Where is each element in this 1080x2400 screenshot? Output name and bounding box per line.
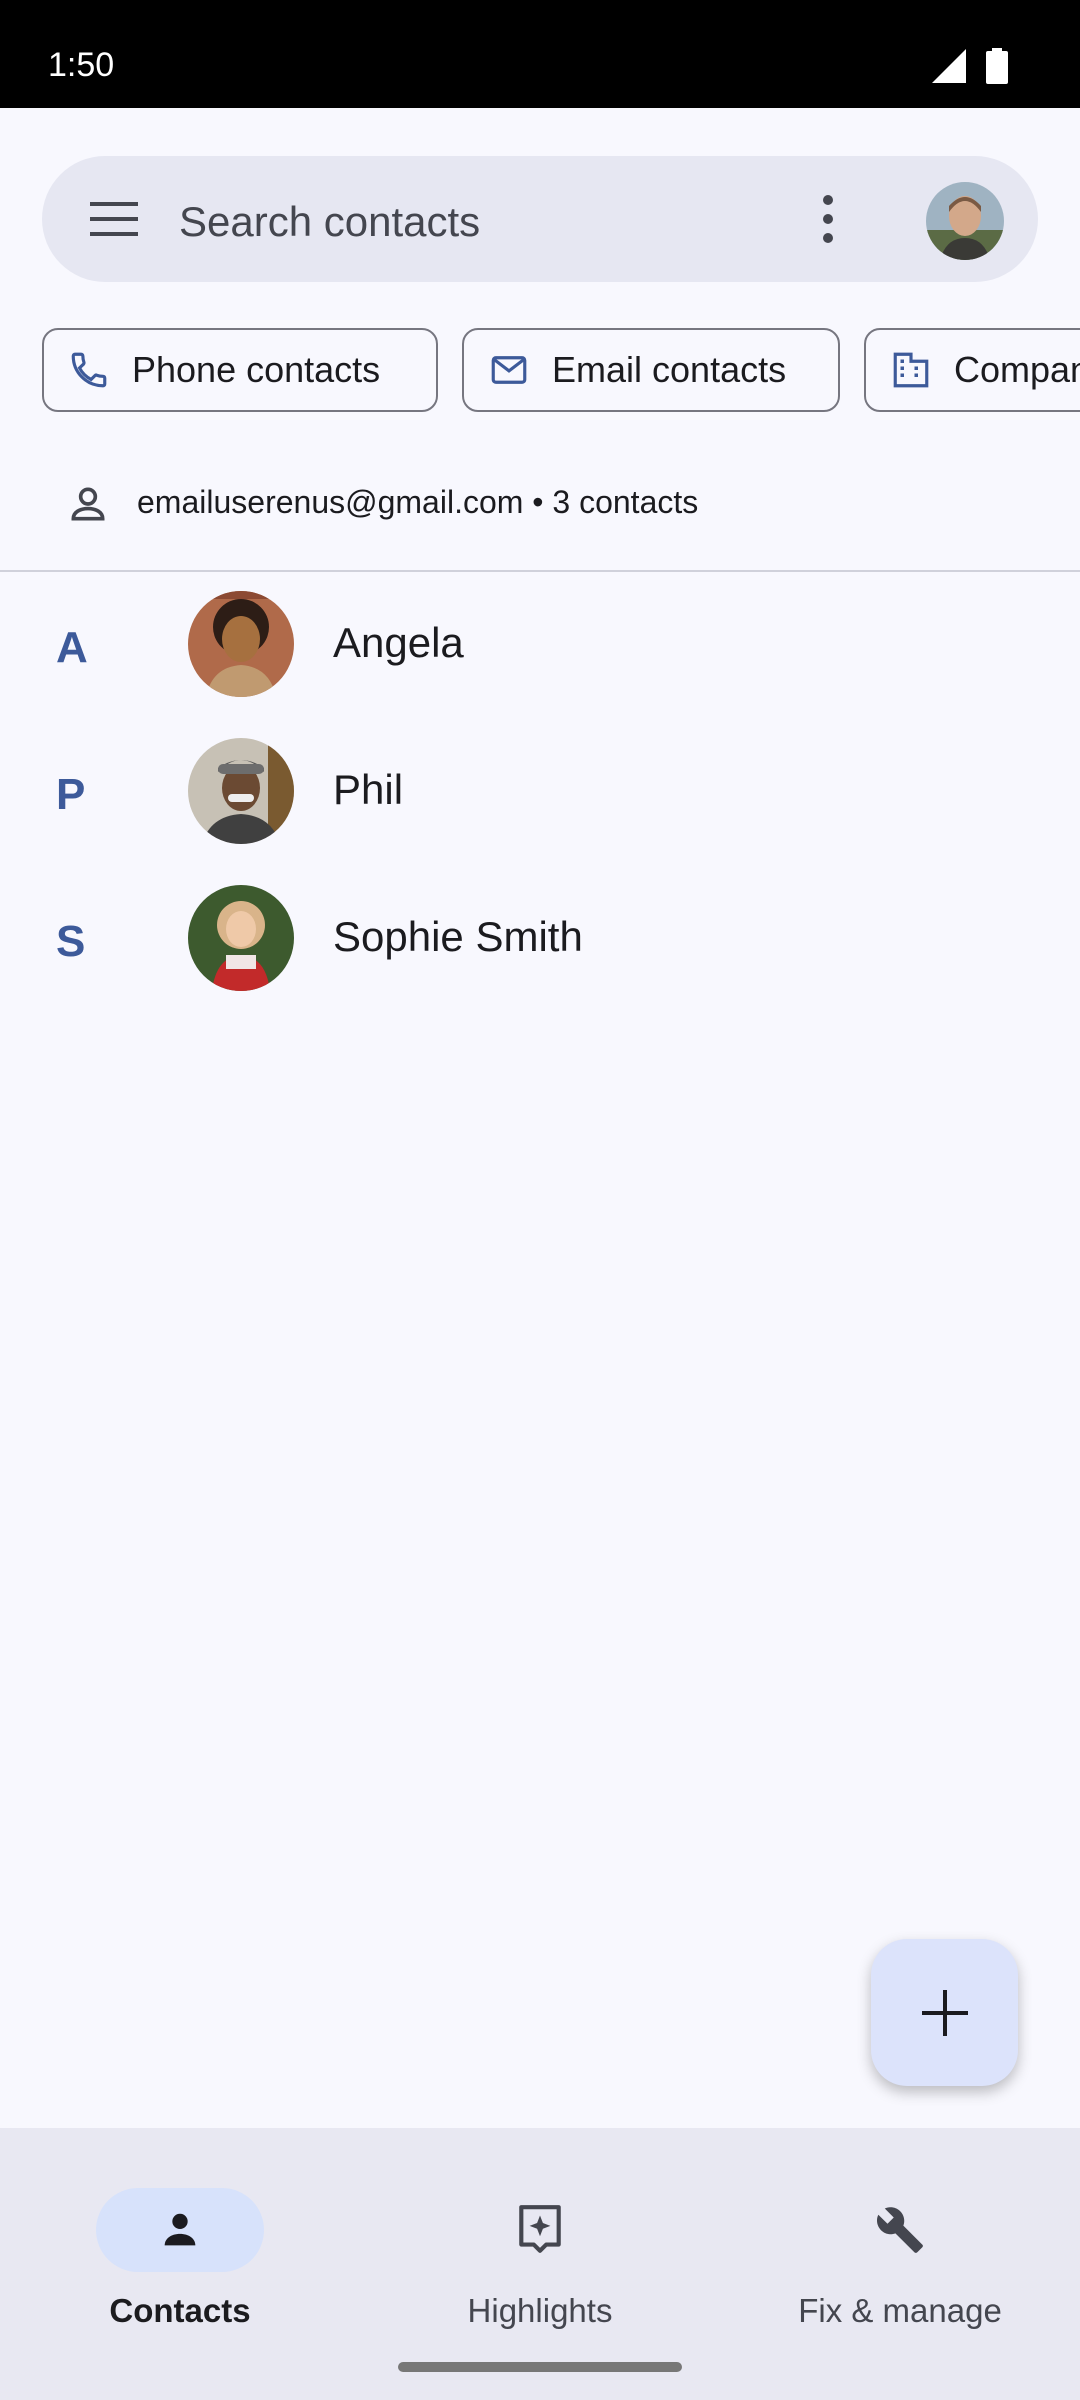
signal-icon [932,49,966,83]
account-avatar[interactable] [926,182,1004,260]
status-icons [932,48,1008,84]
nav-label: Contacts [109,2292,251,2329]
account-row: emailuserenus@gmail.com • 3 contacts [0,462,1080,572]
bottom-navigation: Contacts Highlights Fix & manage [0,2128,1080,2400]
section-letter: P [56,770,86,819]
menu-icon[interactable] [90,198,142,240]
building-icon [890,349,932,391]
contact-name: Phil [333,766,404,813]
chip-email-contacts[interactable]: Email contacts [462,328,840,412]
home-indicator[interactable] [398,2362,682,2372]
section-letter: S [56,917,86,966]
list-item[interactable]: A Angela [0,573,1080,719]
avatar [188,591,294,697]
chip-label: Company [954,349,1080,390]
list-item[interactable]: P Phil [0,720,1080,866]
status-time: 1:50 [48,46,115,84]
search-bar[interactable]: Search contacts [42,156,1038,282]
highlights-icon [519,2205,561,2253]
contact-name: Sophie Smith [333,913,583,960]
avatar [188,885,294,991]
add-contact-button[interactable] [871,1939,1018,2086]
avatar [188,738,294,844]
nav-indicator [816,2188,984,2272]
nav-label: Highlights [467,2292,613,2329]
contact-name: Angela [333,619,464,666]
filter-chips: Phone contacts Email contacts Company [42,328,1080,412]
nav-indicator [456,2188,624,2272]
chip-company[interactable]: Company [864,328,1080,412]
account-summary: emailuserenus@gmail.com • 3 contacts [137,484,699,520]
nav-highlights[interactable]: Highlights [360,2158,720,2329]
wrench-icon [876,2207,923,2253]
person-icon [164,2213,196,2246]
search-input[interactable]: Search contacts [179,198,480,246]
nav-contacts[interactable]: Contacts [0,2158,360,2329]
chip-label: Email contacts [552,349,787,390]
list-item[interactable]: S Sophie Smith [0,867,1080,1013]
add-icon [921,1989,968,2036]
nav-fix-manage[interactable]: Fix & manage [720,2158,1080,2329]
person-outline-icon [71,487,105,521]
section-letter: A [56,623,88,672]
nav-label: Fix & manage [798,2292,1002,2329]
status-bar: 1:50 [0,0,1080,108]
mail-icon [488,349,530,391]
chip-phone-contacts[interactable]: Phone contacts [42,328,438,412]
phone-icon [68,349,110,391]
more-vert-icon[interactable] [818,192,838,246]
battery-icon [986,48,1008,84]
chip-label: Phone contacts [132,349,381,390]
nav-indicator [96,2188,264,2272]
